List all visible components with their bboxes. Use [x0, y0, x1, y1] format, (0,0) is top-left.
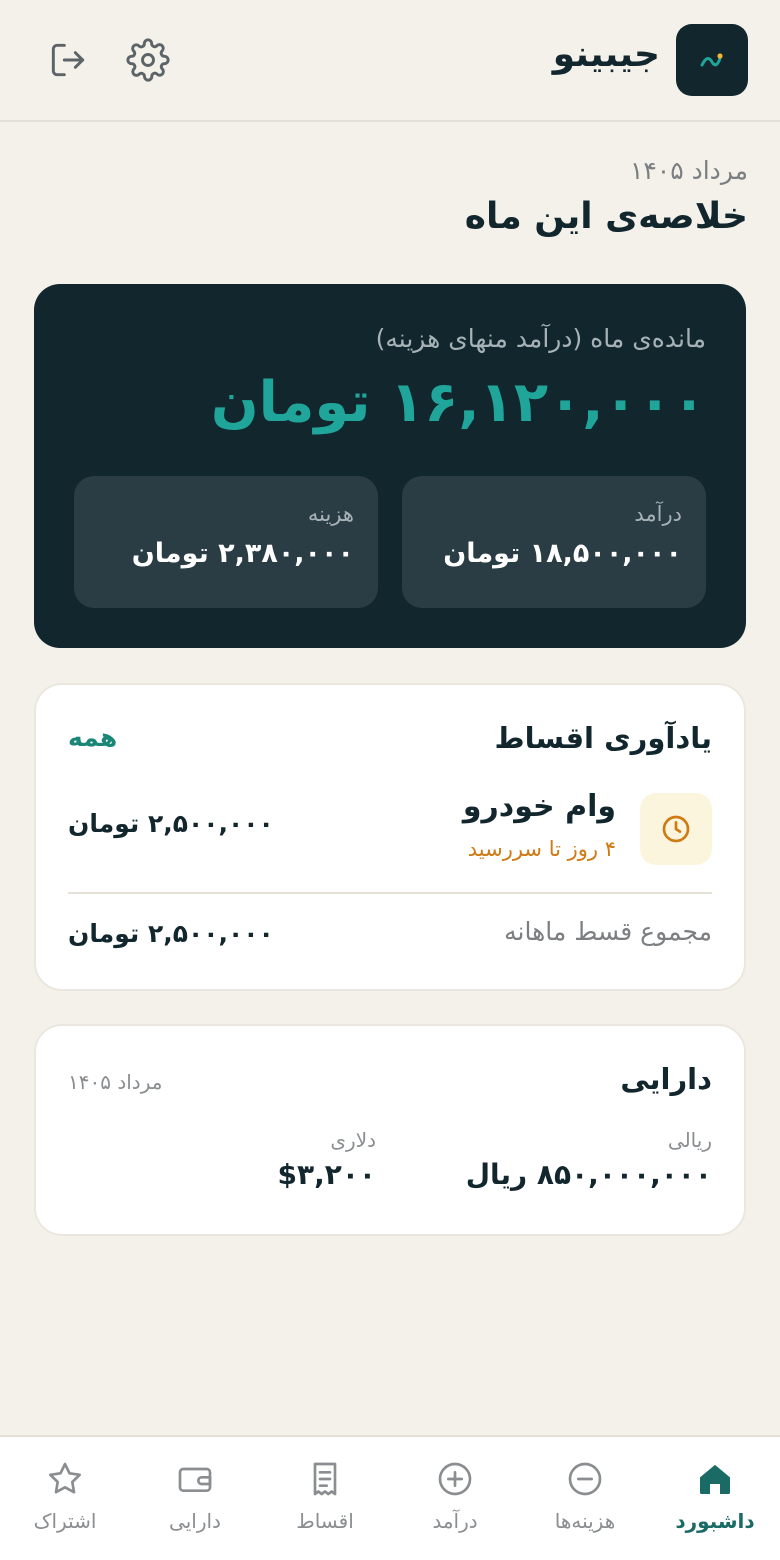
nav-expenses[interactable]: هزینه‌ها — [520, 1437, 650, 1560]
installments-title: یادآوری اقساط — [494, 721, 712, 755]
settings-button[interactable] — [126, 38, 170, 82]
receipt-icon — [313, 1462, 337, 1496]
installment-name[interactable]: وام خودرو — [463, 789, 616, 824]
star-icon — [49, 1462, 81, 1494]
nav-installments[interactable]: اقساط — [260, 1437, 390, 1560]
remaining-amount: ۱۶,۱۲۰,۰۰۰ تومان — [210, 370, 706, 435]
remaining-caption: مانده‌ی ماه (درآمد منهای هزینه) — [375, 324, 706, 353]
assets-card: دارایی مرداد ۱۴۰۵ ریالی ۸۵۰,۰۰۰,۰۰۰ ریال… — [34, 1024, 746, 1236]
logout-icon — [51, 43, 85, 77]
current-month: مرداد ۱۴۰۵ — [629, 156, 748, 185]
dollar-asset-label: دلاری — [330, 1128, 376, 1152]
nav-dashboard[interactable]: داشبورد — [650, 1437, 780, 1560]
home-icon — [700, 1464, 730, 1494]
assets-title: دارایی — [620, 1062, 712, 1096]
nav-dashboard-label: داشبورد — [675, 1509, 755, 1533]
expense-label: هزینه — [307, 502, 354, 526]
nav-assets-label: دارایی — [169, 1509, 221, 1533]
rial-asset-value: ۸۵۰,۰۰۰,۰۰۰ ریال — [465, 1158, 712, 1191]
installment-status-badge — [640, 793, 712, 865]
assets-date: مرداد ۱۴۰۵ — [68, 1070, 163, 1094]
installment-reminders-card: یادآوری اقساط همه وام خودرو ۴ روز تا سرر… — [34, 683, 746, 991]
divider — [68, 892, 712, 894]
expense-summary: هزینه ۲,۳۸۰,۰۰۰ تومان — [74, 476, 378, 608]
installment-amount: ۲,۵۰۰,۰۰۰ تومان — [68, 809, 274, 838]
app-header: جیبینو — [0, 0, 780, 122]
wallet-icon — [178, 1467, 212, 1492]
page-title: خلاصه‌ی این ماه — [464, 196, 748, 237]
dollar-asset-value: $۳,۲۰۰ — [277, 1158, 376, 1191]
monthly-summary-card: مانده‌ی ماه (درآمد منهای هزینه) ۱۶,۱۲۰,۰… — [34, 284, 746, 648]
income-summary: درآمد ۱۸,۵۰۰,۰۰۰ تومان — [402, 476, 706, 608]
nav-assets[interactable]: دارایی — [130, 1437, 260, 1560]
nav-expenses-label: هزینه‌ها — [554, 1509, 616, 1533]
monthly-total-value: ۲,۵۰۰,۰۰۰ تومان — [68, 919, 274, 948]
nav-income-label: درآمد — [432, 1509, 478, 1533]
plus-circle-icon — [438, 1462, 472, 1496]
income-value: ۱۸,۵۰۰,۰۰۰ تومان — [443, 538, 682, 569]
expense-value: ۲,۳۸۰,۰۰۰ تومان — [131, 538, 354, 569]
see-all-link[interactable]: همه — [68, 723, 117, 752]
app-title: جیبینو — [552, 34, 660, 75]
nav-installments-label: اقساط — [296, 1509, 354, 1533]
clock-icon — [662, 815, 690, 843]
installment-due: ۴ روز تا سررسید — [467, 837, 616, 861]
gear-icon — [126, 38, 170, 82]
app-logo — [676, 24, 748, 96]
income-label: درآمد — [634, 502, 682, 526]
nav-subscription-label: اشتراک — [33, 1509, 97, 1533]
rial-asset-label: ریالی — [667, 1128, 712, 1152]
trend-line-icon — [700, 53, 723, 67]
monthly-total-label: مجموع قسط ماهانه — [504, 917, 712, 946]
nav-income[interactable]: درآمد — [390, 1437, 520, 1560]
bottom-navigation: داشبورد هزینه‌ها درآمد اقساط دارایی اشتر… — [0, 1435, 780, 1560]
logout-button[interactable] — [46, 38, 90, 82]
minus-circle-icon — [568, 1462, 602, 1496]
nav-subscription[interactable]: اشتراک — [0, 1437, 130, 1560]
